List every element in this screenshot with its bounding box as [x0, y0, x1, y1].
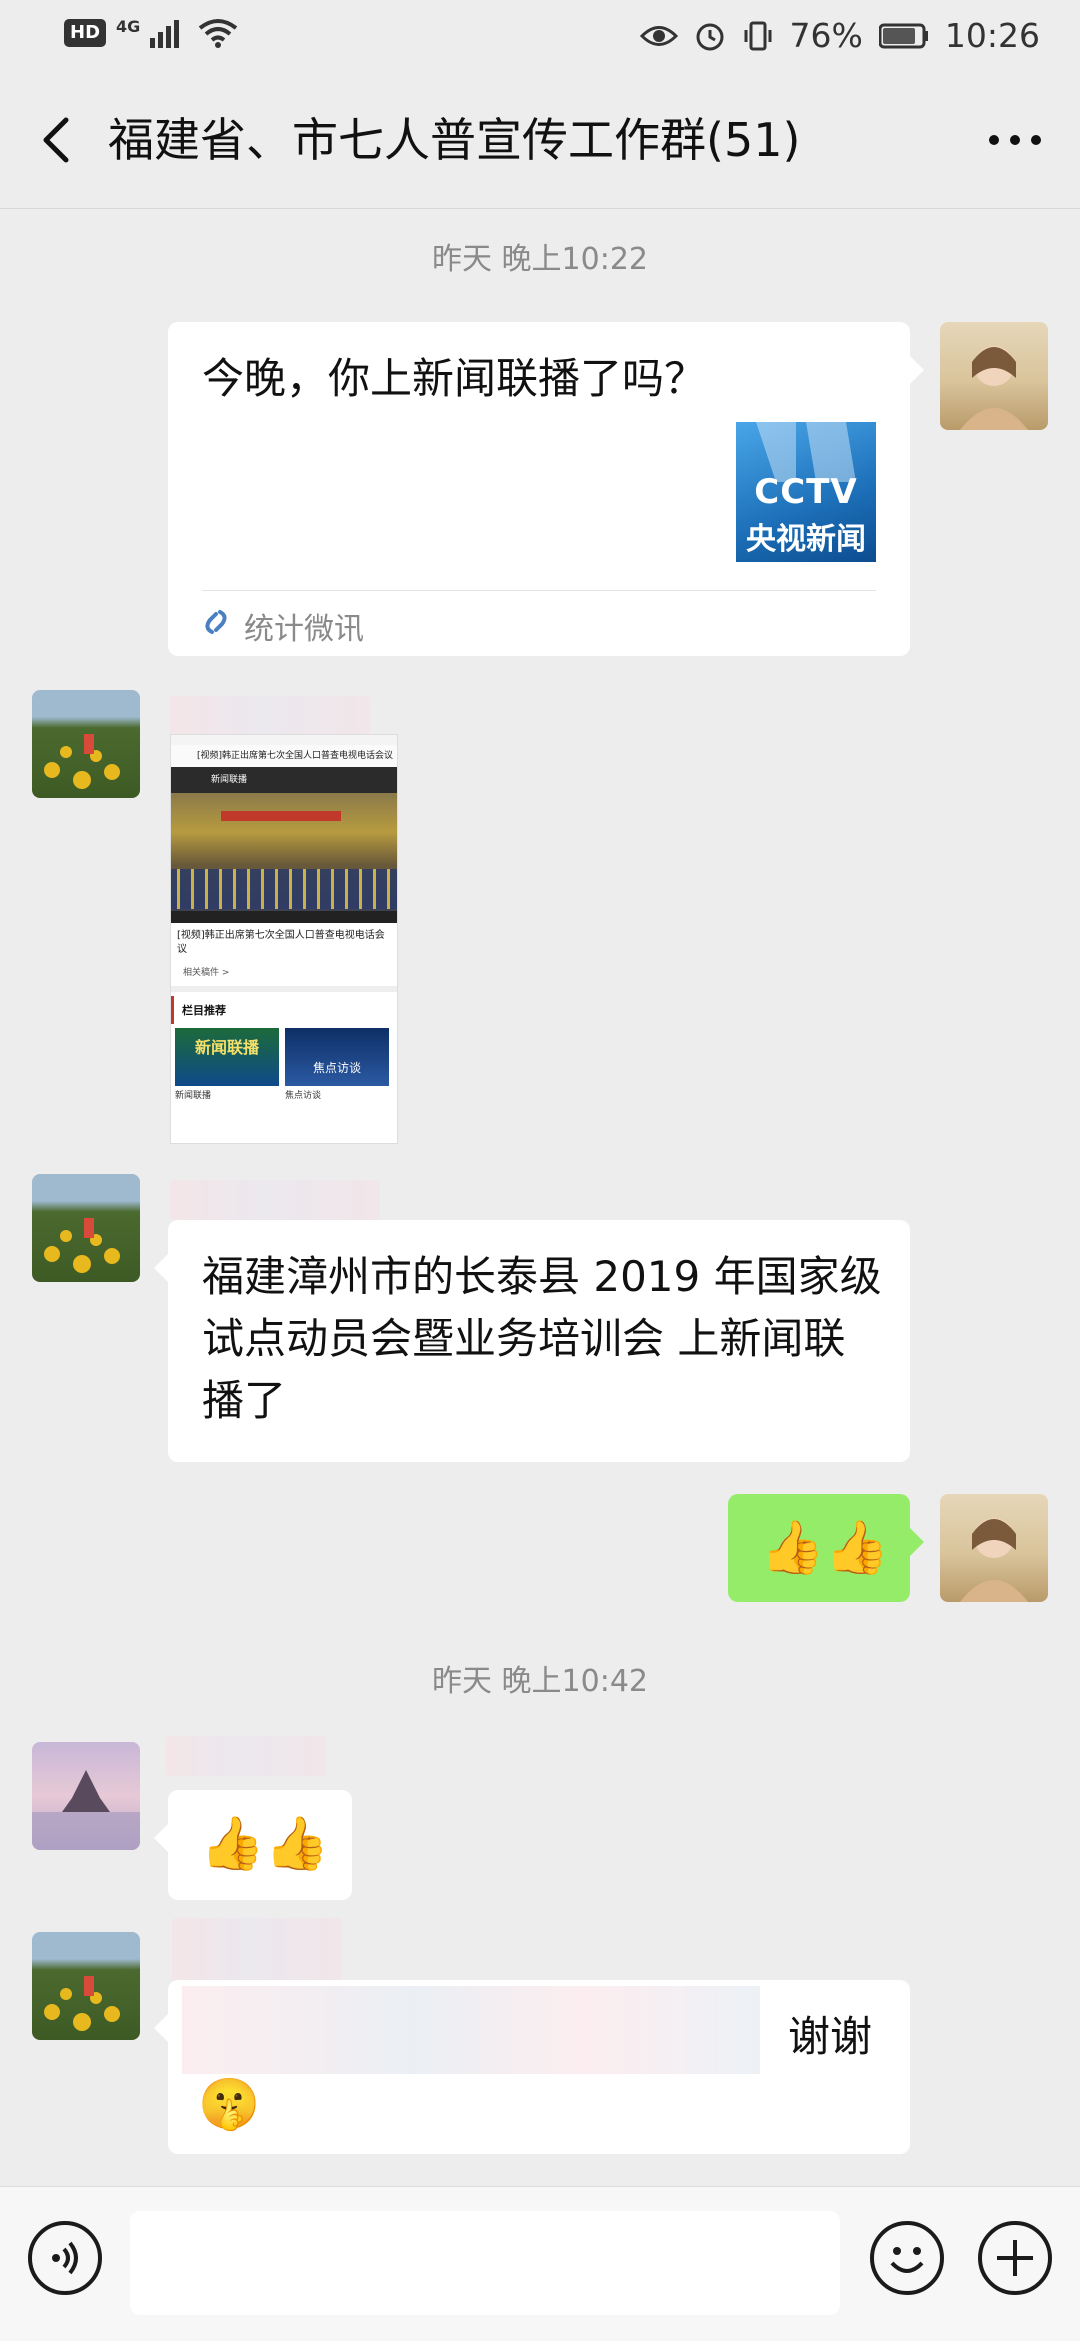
- thumbnail-cctv: CCTV: [754, 472, 858, 512]
- chat-title: 福建省、市七人普宣传工作群(51): [108, 113, 801, 167]
- link-card-source: 统计微讯: [244, 612, 364, 647]
- avatar-sunflower[interactable]: [32, 1174, 140, 1282]
- message-input[interactable]: [130, 2211, 840, 2315]
- thumbs-up-emoji: 👍👍: [760, 1518, 890, 1578]
- text-message[interactable]: 谢谢 🤫: [154, 1980, 910, 2154]
- shot-statusbar: [171, 735, 397, 745]
- clock: 10:26: [944, 16, 1040, 55]
- shot-tile1-label: 新闻联播: [175, 1091, 212, 1101]
- thumbnail-caption: 央视新闻: [746, 522, 866, 557]
- avatar-sunflower[interactable]: [32, 1932, 140, 2040]
- chat-header: 福建省、市七人普宣传工作群(51): [0, 72, 1080, 209]
- sender-name-blurred: [166, 1736, 326, 1776]
- hd-badge: HD: [64, 19, 107, 47]
- more-button[interactable]: [980, 112, 1050, 168]
- link-card-message[interactable]: 今晚，你上新闻联播了吗？ CCTV 央视新闻 统计微讯: [168, 322, 924, 656]
- eye-icon: [639, 25, 678, 46]
- link-card-divider: [202, 590, 876, 591]
- shot-tile-labels: 新闻联播 焦点访谈: [171, 1086, 397, 1103]
- avatar-sunflower-image: [44, 1976, 120, 2031]
- signal-icon: [150, 20, 180, 48]
- avatar-self[interactable]: [940, 1494, 1048, 1602]
- shot-stage-banner: [221, 811, 341, 821]
- more-icon: [989, 135, 1041, 145]
- vibrate-icon: [744, 21, 772, 50]
- status-bar: HD 4G 76% 10:26: [0, 0, 1080, 72]
- thumbs-up-emoji: 👍👍: [200, 1814, 330, 1874]
- timestamp: 昨天 晚上10:42: [432, 1664, 648, 1699]
- avatar-castle[interactable]: [32, 1742, 140, 1850]
- shot-tile2-label: 焦点访谈: [285, 1091, 322, 1101]
- avatar-portrait: [960, 346, 1028, 430]
- link-card-thumbnail: CCTV 央视新闻: [736, 422, 876, 562]
- avatar-portrait: [960, 1518, 1028, 1602]
- shot-audience: [171, 869, 397, 909]
- emoji-shush: 🤫: [198, 2075, 261, 2133]
- shot-tiles: 新闻联播 焦点访谈: [171, 1028, 397, 1086]
- sender-name-blurred: [170, 696, 370, 736]
- shot-tile-xinwen: 新闻联播: [175, 1028, 279, 1086]
- avatar-castle-image: [32, 1770, 140, 1850]
- shot-related: 相关稿件 >: [183, 968, 230, 978]
- text-message[interactable]: 福建漳州市的长泰县 2019 年国家级试点动员会暨业务培训会 上新闻联播了: [154, 1220, 910, 1462]
- battery-percent: 76%: [789, 16, 863, 55]
- shot-titlebar: [视频]韩正出席第七次全国人口普查电视电话会议: [171, 745, 397, 767]
- timestamp: 昨天 晚上10:22: [432, 242, 648, 277]
- wifi-icon: [199, 19, 238, 48]
- shot-section: 栏目推荐: [171, 996, 397, 1024]
- message-text: 福建漳州市的长泰县 2019 年国家级试点动员会暨业务培训会 上新闻联播了: [202, 1252, 882, 1425]
- avatar-self[interactable]: [940, 322, 1048, 430]
- alarm-icon: [696, 23, 724, 50]
- plus-icon: [997, 2240, 1033, 2276]
- emoji-message[interactable]: 👍👍: [728, 1494, 924, 1602]
- sender-name-blurred: [170, 1180, 380, 1220]
- network-label: 4G: [116, 16, 141, 36]
- emoji-message[interactable]: 👍👍: [154, 1790, 352, 1900]
- status-left: HD 4G: [64, 16, 238, 48]
- voice-icon: [52, 2241, 78, 2275]
- message-text: 谢谢: [788, 2012, 873, 2061]
- emoji-button[interactable]: [870, 2221, 944, 2295]
- shot-divider: [171, 986, 397, 992]
- sender-name-blurred: [172, 1918, 342, 1988]
- shot-video: [171, 793, 397, 923]
- back-arrow-icon: [43, 117, 69, 163]
- avatar-sunflower-image: [44, 1218, 120, 1273]
- link-icon: [205, 610, 227, 634]
- shot-caption: [视频]韩正出席第七次全国人口普查电视电话会议: [177, 930, 385, 955]
- input-bar: [0, 2186, 1080, 2341]
- shot-appbar: 新闻联播: [171, 767, 397, 793]
- status-right: 76% 10:26: [639, 16, 1040, 55]
- image-message[interactable]: [视频]韩正出席第七次全国人口普查电视电话会议 新闻联播 [视频]韩正出席第七次…: [170, 734, 398, 1144]
- avatar-sunflower[interactable]: [32, 690, 140, 798]
- plus-button[interactable]: [978, 2221, 1052, 2295]
- battery-icon: [878, 23, 928, 48]
- quoted-blur: [182, 1986, 760, 2074]
- back-button[interactable]: [30, 110, 90, 170]
- avatar-sunflower-image: [44, 734, 120, 789]
- emoji-icon: [890, 2247, 924, 2273]
- shot-tile-jiaodian: 焦点访谈: [285, 1028, 389, 1086]
- voice-button[interactable]: [28, 2221, 102, 2295]
- link-card-title: 今晚，你上新闻联播了吗？: [202, 354, 707, 403]
- shot-progress: [171, 911, 397, 923]
